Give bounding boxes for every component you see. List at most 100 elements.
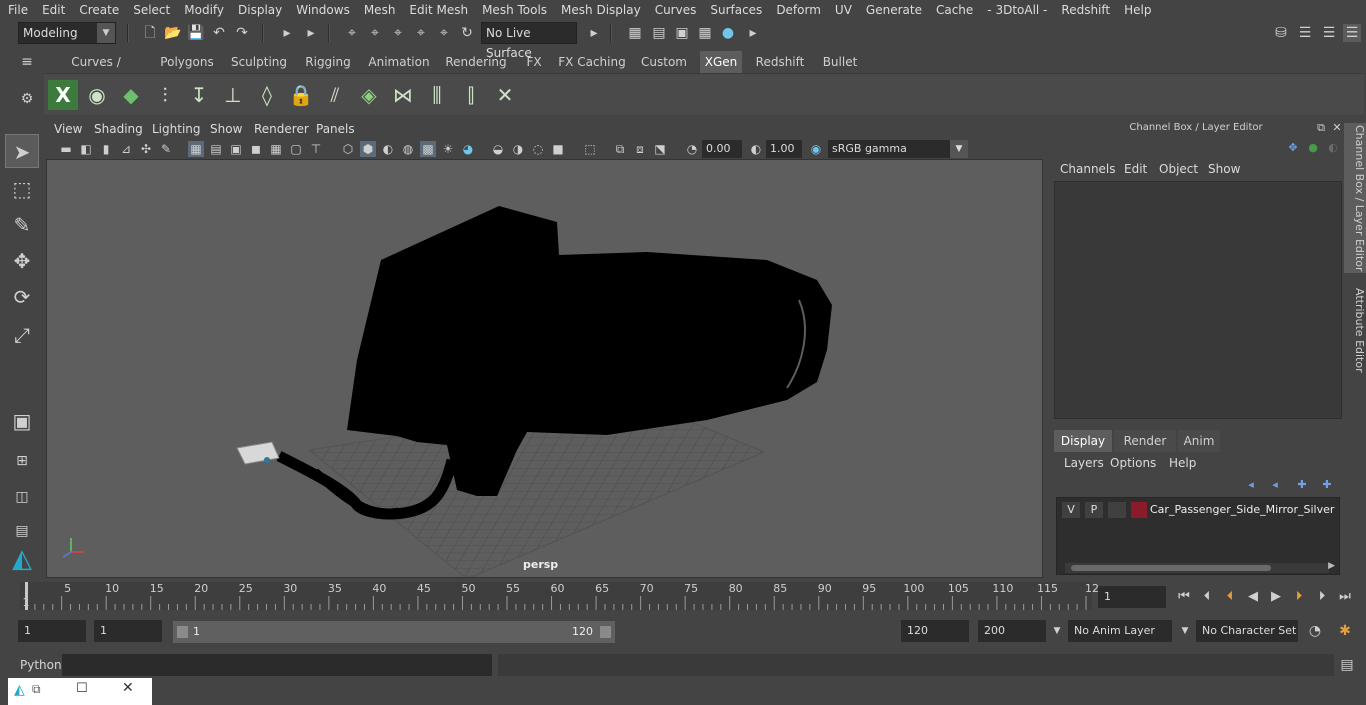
menu-3dtoall[interactable]: - 3DtoAll -: [979, 0, 1053, 20]
shelf-tab-bullet[interactable]: Bullet: [818, 51, 862, 73]
menu-display[interactable]: Display: [230, 0, 288, 20]
menu-deform[interactable]: Deform: [768, 0, 827, 20]
chevron-down-icon[interactable]: ▼: [1176, 622, 1194, 640]
snap-curve-icon[interactable]: ⌖: [366, 24, 384, 42]
mode-selector[interactable]: Modeling ▼: [18, 22, 116, 44]
new-scene-icon[interactable]: 🗋: [141, 24, 159, 42]
cb-menu-edit[interactable]: Edit: [1124, 160, 1147, 178]
live-surface-field[interactable]: No Live Surface: [481, 22, 577, 60]
shelf-tab-polygons[interactable]: Polygons: [156, 51, 218, 73]
attribute-editor-toggle-icon[interactable]: ☰: [1296, 24, 1314, 42]
shelf-tab-sculpting[interactable]: Sculpting: [228, 51, 290, 73]
xray-joints-icon[interactable]: ⧉: [612, 141, 628, 157]
channel-list[interactable]: [1054, 181, 1342, 419]
layer-color-swatch[interactable]: [1131, 502, 1147, 518]
scale-tool-icon[interactable]: ⤢: [5, 318, 39, 352]
menu-uv[interactable]: UV: [827, 0, 858, 20]
move-tool-icon[interactable]: ✥: [5, 244, 39, 278]
scene-end-field[interactable]: 200: [978, 620, 1046, 642]
snap-pivot-icon[interactable]: ↻: [458, 24, 476, 42]
menu-redshift[interactable]: Redshift: [1053, 0, 1116, 20]
menu-cache[interactable]: Cache: [928, 0, 979, 20]
menu-surfaces[interactable]: Surfaces: [702, 0, 768, 20]
menu-mesh-tools[interactable]: Mesh Tools: [474, 0, 553, 20]
menu-select[interactable]: Select: [125, 0, 176, 20]
new-layer-icon[interactable]: ✚: [1293, 476, 1311, 494]
side-tab-attribute-editor[interactable]: Attribute Editor: [1344, 285, 1366, 375]
film-gate-icon[interactable]: ▤: [208, 141, 224, 157]
safe-title-icon[interactable]: ⊤: [308, 141, 324, 157]
lasso-tool-icon[interactable]: ⬚: [5, 172, 39, 206]
xgen-bend-icon[interactable]: ⋈: [388, 80, 418, 110]
animation-preferences-icon[interactable]: ✱: [1336, 622, 1354, 640]
channel-speed-icon[interactable]: ◐: [1324, 139, 1342, 157]
camera-select-icon[interactable]: ▬: [58, 141, 74, 157]
chevron-down-icon[interactable]: ▼: [1048, 622, 1066, 640]
menu-help[interactable]: Help: [1116, 0, 1157, 20]
restore-icon[interactable]: ⧉: [32, 682, 41, 697]
range-slider[interactable]: 1 120: [173, 621, 615, 643]
gate-mask-icon[interactable]: ◼: [248, 141, 264, 157]
manipulator-icon[interactable]: ✥: [1284, 139, 1302, 157]
menu-mesh[interactable]: Mesh: [356, 0, 402, 20]
menu-generate[interactable]: Generate: [858, 0, 928, 20]
step-forward-icon[interactable]: ⏵: [1312, 587, 1332, 607]
xgen-guide-rebuild-icon[interactable]: ⫿: [456, 80, 486, 110]
four-view-layout-icon[interactable]: ⊞: [5, 444, 39, 478]
vp-menu-show[interactable]: Show: [210, 119, 242, 139]
xgen-editor-icon[interactable]: X: [48, 80, 78, 110]
xgen-guide-length-icon[interactable]: ⫽: [320, 80, 350, 110]
shadows-icon[interactable]: ☀: [440, 141, 456, 157]
xgen-plus-guide-icon[interactable]: ⊥: [218, 80, 248, 110]
character-set-dropdown[interactable]: No Character Set: [1196, 620, 1298, 642]
scene-start-field[interactable]: 1: [18, 620, 86, 642]
layer-type-toggle[interactable]: [1108, 502, 1126, 518]
collapse-arrow-icon[interactable]: ▸: [744, 24, 762, 42]
xray-icon[interactable]: ⬚: [582, 141, 598, 157]
scroll-right-icon[interactable]: ▶: [1328, 561, 1335, 571]
prev-key-icon[interactable]: ⏴: [1220, 587, 1240, 607]
menu-mesh-display[interactable]: Mesh Display: [553, 0, 647, 20]
color-management-icon[interactable]: ◉: [808, 141, 824, 157]
new-layer-selected-icon[interactable]: ✚: [1318, 476, 1336, 494]
2d-pan-zoom-icon[interactable]: ✣: [138, 141, 154, 157]
layer-menu-help[interactable]: Help: [1169, 454, 1196, 472]
command-language-label[interactable]: Python: [20, 656, 62, 674]
shelf-tab-fx-caching[interactable]: FX Caching: [558, 51, 626, 73]
wireframe-on-shaded-icon[interactable]: ◐: [380, 141, 396, 157]
current-frame-field[interactable]: 1: [1098, 586, 1166, 608]
current-time-indicator[interactable]: [25, 582, 28, 610]
image-plane-icon[interactable]: ⊿: [118, 141, 134, 157]
menu-curves[interactable]: Curves: [647, 0, 703, 20]
snap-point-icon[interactable]: ⌖: [389, 24, 407, 42]
render-current-icon[interactable]: ▤: [650, 24, 668, 42]
tab-render[interactable]: Render: [1114, 430, 1176, 452]
menu-edit-mesh[interactable]: Edit Mesh: [401, 0, 474, 20]
depth-of-field-icon[interactable]: ◌: [530, 141, 546, 157]
hypershade-icon[interactable]: ●: [719, 24, 737, 42]
resolution-gate-icon[interactable]: ▣: [228, 141, 244, 157]
workspace-icon[interactable]: ⛁: [1272, 24, 1290, 42]
side-tab-channel-box[interactable]: Channel Box / Layer Editor: [1344, 123, 1366, 273]
cb-menu-show[interactable]: Show: [1208, 160, 1240, 178]
cb-menu-channels[interactable]: Channels: [1060, 160, 1116, 178]
menu-modify[interactable]: Modify: [176, 0, 230, 20]
shelf-tab-fx[interactable]: FX: [520, 51, 548, 73]
close-icon[interactable]: ✕: [122, 680, 134, 696]
anim-layer-dropdown[interactable]: No Anim Layer: [1068, 620, 1172, 642]
redo-icon[interactable]: ↷: [233, 24, 251, 42]
menu-windows[interactable]: Windows: [288, 0, 356, 20]
shelf-tab-custom[interactable]: Custom: [636, 51, 692, 73]
render-view-icon[interactable]: ▦: [626, 24, 644, 42]
exposure-icon[interactable]: ◔: [684, 141, 700, 157]
auto-key-icon[interactable]: ◔: [1306, 622, 1324, 640]
shelf-tab-xgen[interactable]: XGen: [700, 51, 742, 73]
vp-menu-lighting[interactable]: Lighting: [152, 119, 201, 139]
isolate-select-icon[interactable]: ■: [550, 141, 566, 157]
collapse-arrow-icon[interactable]: ▸: [585, 24, 603, 42]
shelf-settings-gear-icon[interactable]: ⚙: [18, 90, 36, 108]
play-backward-icon[interactable]: ◀: [1243, 587, 1263, 607]
paint-select-tool-icon[interactable]: ✎: [5, 208, 39, 242]
menu-edit[interactable]: Edit: [34, 0, 71, 20]
horizontal-scrollbar[interactable]: [1065, 563, 1329, 573]
